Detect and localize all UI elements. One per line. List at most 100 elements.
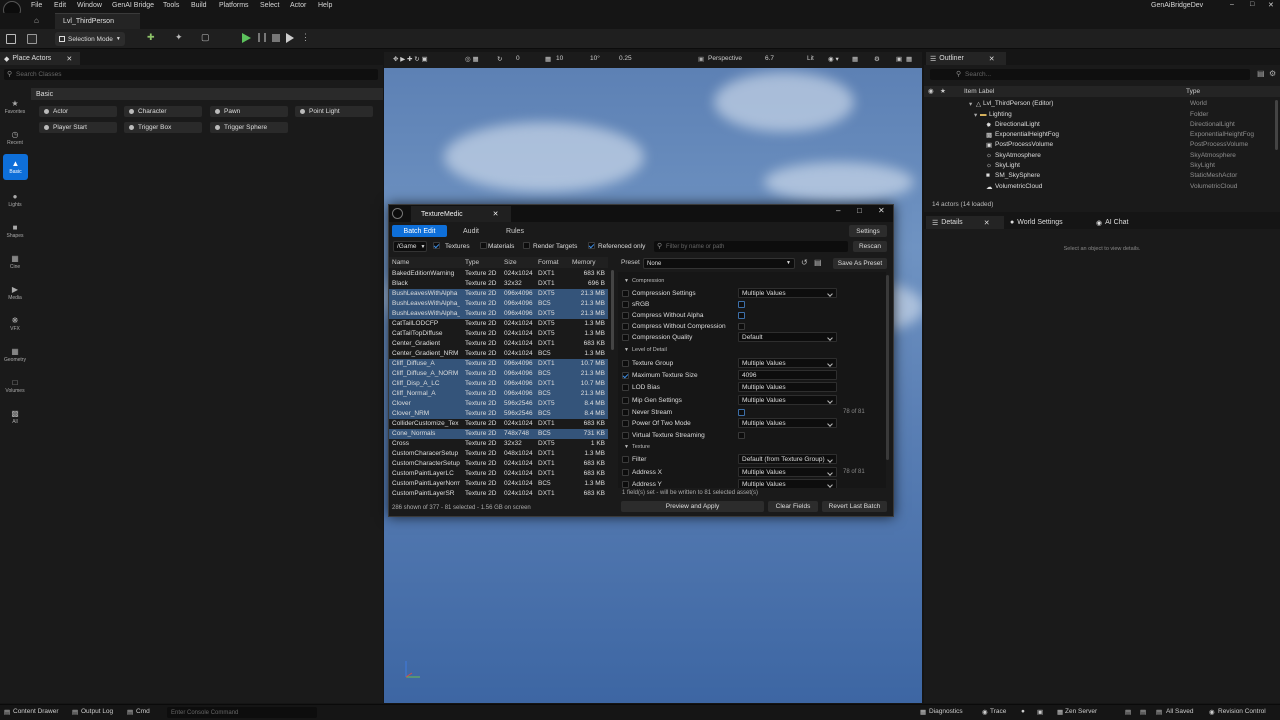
override-checkbox[interactable] (622, 397, 629, 406)
console-command-input[interactable]: Enter Console Command (167, 707, 317, 718)
outliner-row[interactable]: ☼ SkyAtmosphere SkyAtmosphere (924, 151, 1272, 161)
power-of-two-dropdown[interactable]: Multiple Values (738, 418, 837, 428)
override-checkbox[interactable] (622, 384, 629, 393)
override-checkbox[interactable] (622, 420, 629, 429)
compression-quality-dropdown[interactable]: Default (738, 332, 837, 342)
category-lights[interactable]: ● Lights (0, 187, 30, 213)
revert-last-batch-button[interactable]: Revert Last Batch (822, 501, 887, 512)
lod-bias-input[interactable]: Multiple Values (738, 382, 837, 392)
cmd-dropdown[interactable]: Cmd (136, 708, 150, 715)
texture-row[interactable]: Cliff_Diffuse_A_NORM Texture 2D 096x4096 BC… (389, 369, 608, 379)
show-flags-icon[interactable]: ◉ ▾ (828, 55, 839, 63)
close-tab-icon[interactable]: ✕ (66, 55, 72, 63)
pin-icon[interactable]: ★ (940, 87, 946, 95)
content-drawer-button[interactable]: Content Drawer (13, 708, 59, 715)
actor-item-point-light[interactable]: Point Light (295, 106, 373, 117)
texture-row[interactable]: Cliff_Normal_A Texture 2D 096x4096 BC5 21.3 … (389, 389, 608, 399)
override-checkbox[interactable] (622, 409, 629, 418)
menu-actor[interactable]: Actor (290, 2, 306, 9)
col-format[interactable]: Format (538, 259, 559, 266)
grid-snap-value[interactable]: 10 (556, 55, 563, 62)
close-tab-icon[interactable]: ✕ (989, 55, 995, 63)
section-texture[interactable]: ▼ Texture (624, 444, 650, 450)
outliner-row[interactable]: ▾ △ Lvl_ThirdPerson (Editor) World (924, 99, 1272, 109)
zen-server-button[interactable]: Zen Server (1065, 708, 1097, 715)
texture-row[interactable]: CustomPaintLayerSR Texture 2D 024x1024 DXT1… (389, 489, 608, 499)
outliner-row[interactable]: ▣ PostProcessVolume PostProcessVolume (924, 140, 1272, 150)
compress-without-compression-checkbox[interactable] (738, 323, 745, 332)
materials-checkbox[interactable] (480, 242, 487, 251)
section-compression[interactable]: ▼ Compression (624, 278, 664, 284)
maximize-viewport-icon[interactable]: ▦ (906, 55, 912, 63)
texture-row[interactable]: BushLeavesWithAlpha_ Texture 2D 096x4096 DX… (389, 309, 608, 319)
texture-row[interactable]: Center_Gradient_NRM Texture 2D 024x1024 BC5… (389, 349, 608, 359)
category-recent[interactable]: ◷ Recent (0, 125, 30, 151)
filter-dropdown[interactable]: Default (from Texture Group) (738, 454, 837, 464)
add-filter-icon[interactable]: ▤ (1257, 69, 1265, 78)
blueprint-icon[interactable]: ✦ (175, 32, 185, 42)
texture-row[interactable]: ColliderCustomize_Tex Texture 2D 024x1024 D… (389, 419, 608, 429)
lit-dropdown[interactable]: Lit (807, 55, 814, 62)
menu-build[interactable]: Build (191, 2, 207, 9)
grid-snap-icon[interactable]: ▦ (545, 55, 551, 63)
expand-arrow-icon[interactable]: ▾ (974, 111, 977, 119)
texture-group-dropdown[interactable]: Multiple Values (738, 358, 837, 368)
category-all[interactable]: ▩ All (0, 404, 30, 430)
outliner-row[interactable]: ✸ DirectionalLight DirectionalLight (924, 120, 1272, 130)
folder-icon[interactable]: ▤ (814, 258, 822, 267)
texture-row[interactable]: Center_Gradient Texture 2D 024x1024 DXT1 683… (389, 339, 608, 349)
outliner-settings-icon[interactable]: ⚙ (1269, 69, 1276, 78)
maximize-icon[interactable]: □ (1250, 1, 1254, 8)
transform-tools-icon[interactable]: ✥ ▶ ✚ ↻ ▣ (393, 55, 428, 63)
world-local-icon[interactable]: ◎ ▦ (465, 55, 479, 63)
mip-gen-dropdown[interactable]: Multiple Values (738, 395, 837, 405)
tab-audit[interactable]: Audit (455, 225, 487, 237)
diagnostics-button[interactable]: Diagnostics (929, 708, 963, 715)
minimize-icon[interactable]: – (1230, 1, 1234, 8)
section-level-of-detail[interactable]: ▼ Level of Detail (624, 347, 667, 353)
category-geometry[interactable]: ▦ Geometry (0, 342, 30, 368)
tab-world-settings[interactable]: ● World Settings (1004, 216, 1090, 229)
texture-row[interactable]: Clover_NRM Texture 2D 596x2546 BC5 8.4 MB (389, 409, 608, 419)
stop-icon[interactable] (272, 34, 280, 42)
rotation-snap-value[interactable]: 10° (590, 55, 600, 62)
cinematics-icon[interactable]: ▢ (201, 32, 211, 42)
save-as-preset-button[interactable]: Save As Preset (833, 258, 887, 269)
menu-edit[interactable]: Edit (54, 2, 66, 9)
srgb-checkbox[interactable] (738, 301, 745, 310)
tab-details[interactable]: ☰ Details ✕ (926, 216, 1004, 229)
add-actor-icon[interactable]: ✚ (147, 32, 157, 42)
category-vfx[interactable]: ❋ VFX (0, 311, 30, 337)
category-volumes[interactable]: □ Volumes (0, 373, 30, 399)
col-type[interactable]: Type (1186, 88, 1200, 95)
clear-fields-button[interactable]: Clear Fields (768, 501, 818, 512)
actor-item-trigger-sphere[interactable]: Trigger Sphere (210, 122, 288, 133)
close-icon[interactable]: ✕ (1268, 1, 1274, 9)
output-log-button[interactable]: Output Log (81, 708, 113, 715)
texture-row[interactable]: CustomPaintLayerNorm Texture 2D 024x1024 BC… (389, 479, 608, 489)
outliner-row[interactable]: ▾ ▬ Lighting Folder (924, 110, 1272, 120)
source-control-icon[interactable]: ▤ (1140, 708, 1146, 716)
texture-row[interactable]: CustomCharacterSetup Texture 2D 024x1024 DX… (389, 459, 608, 469)
actor-item-trigger-box[interactable]: Trigger Box (124, 122, 202, 133)
texture-row[interactable]: CustomPaintLayerLC Texture 2D 024x1024 DXT1… (389, 469, 608, 479)
menu-tools[interactable]: Tools (163, 2, 179, 9)
never-stream-checkbox[interactable] (738, 409, 745, 418)
compress-without-alpha-checkbox[interactable] (738, 312, 745, 321)
texture-table-scrollbar[interactable] (611, 270, 614, 350)
revision-control-button[interactable]: Revision Control (1218, 708, 1266, 715)
selection-mode-dropdown[interactable]: Selection Mode ▼ (55, 32, 125, 46)
close-tab-icon[interactable]: ✕ (493, 210, 499, 218)
close-icon[interactable]: ✕ (878, 206, 885, 215)
override-checkbox[interactable] (622, 360, 629, 369)
texture-row[interactable]: Cliff_Disp_A_LC Texture 2D 096x4096 DXT1 10.… (389, 379, 608, 389)
override-checkbox[interactable] (622, 290, 629, 299)
texture-row[interactable]: CatTailTopDiffuse Texture 2D 024x1024 DXT5 1… (389, 329, 608, 339)
tab-rules[interactable]: Rules (499, 225, 531, 237)
col-size[interactable]: Size (504, 259, 517, 266)
override-checkbox[interactable] (622, 372, 629, 381)
angle-snap-value[interactable]: 0 (516, 55, 520, 62)
close-tab-icon[interactable]: ✕ (984, 219, 990, 227)
category-basic[interactable]: ▲ Basic (3, 154, 28, 180)
settings-gear-icon[interactable]: ⚙ (874, 55, 880, 63)
